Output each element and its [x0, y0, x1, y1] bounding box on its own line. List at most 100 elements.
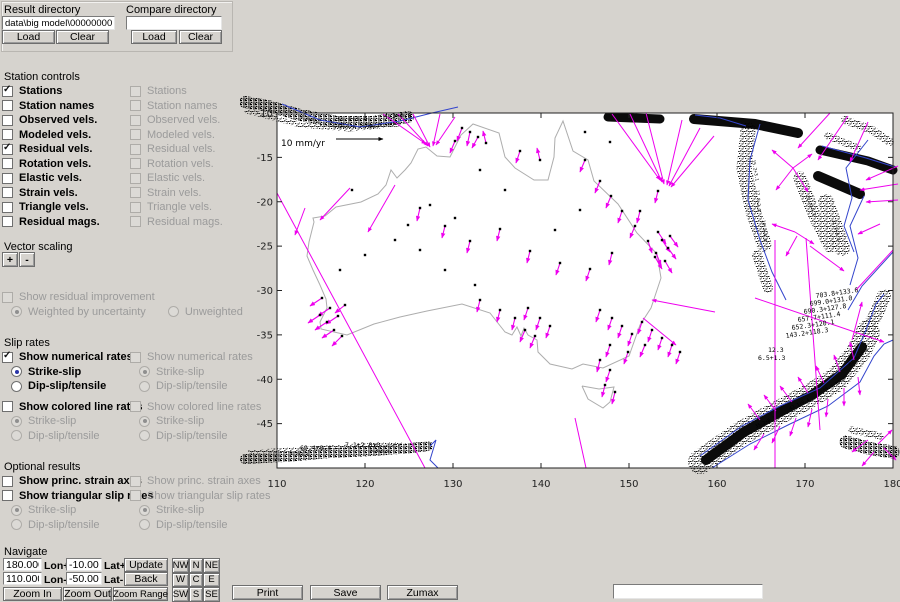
compass-sw-button[interactable]: SW: [172, 587, 189, 602]
station-marker: [539, 317, 541, 319]
result-directory-field[interactable]: [2, 16, 115, 30]
show-numerical-rates-label: Show numerical rates: [19, 351, 133, 363]
update-button[interactable]: Update: [124, 558, 168, 572]
lon-minus-field[interactable]: [3, 572, 42, 585]
compass-s-button[interactable]: S: [189, 587, 203, 602]
triangle-vels-label: Triangle vels.: [147, 201, 212, 213]
radio-dip-slip-tensile[interactable]: [11, 430, 22, 441]
station-marker: [621, 210, 623, 212]
radio-strike-slip[interactable]: [139, 416, 150, 427]
station-marker: [499, 309, 501, 311]
compass-e-button[interactable]: E: [203, 573, 220, 588]
slip-rate-label: 6.5+1.3: [758, 354, 785, 362]
dip-slip-tensile-label: Dip-slip/tensile: [156, 380, 228, 392]
compass-w-button[interactable]: W: [172, 573, 189, 588]
result-load-button[interactable]: Load: [2, 30, 55, 44]
radio-dip-slip-tensile[interactable]: [11, 381, 22, 392]
station-marker: [627, 351, 629, 353]
checkbox-show-princ-strain-axes[interactable]: [130, 476, 141, 487]
checkbox-observed-vels[interactable]: [2, 115, 13, 126]
station-marker: [599, 359, 601, 361]
checkbox-show-colored-line-rates[interactable]: [130, 401, 141, 412]
station-marker: [364, 254, 366, 256]
station-marker: [584, 159, 586, 161]
lat-plus-field[interactable]: [66, 558, 102, 571]
checkbox-station-names[interactable]: [130, 100, 141, 111]
station-marker: [419, 249, 421, 251]
station-marker: [604, 384, 606, 386]
checkbox-modeled-vels[interactable]: [2, 129, 13, 140]
zoom-out-button[interactable]: Zoom Out: [63, 587, 112, 601]
radio-strike-slip[interactable]: [139, 505, 150, 516]
radio-strike-slip[interactable]: [11, 505, 22, 516]
vector-scale-plus-button[interactable]: +: [2, 252, 18, 267]
station-marker: [479, 299, 481, 301]
compass-nw-button[interactable]: NW: [172, 558, 189, 573]
map-plot[interactable]: 4.3+0.25.1+0.83.2+0.415.2+3.112.8+2.218.…: [240, 90, 900, 602]
checkbox-triangle-vels[interactable]: [130, 202, 141, 213]
radio-strike-slip[interactable]: [139, 366, 150, 377]
checkbox-show-triangular-slip-rates[interactable]: [2, 490, 13, 501]
checkbox-elastic-vels[interactable]: [130, 173, 141, 184]
x-tick-label: 170: [795, 479, 814, 490]
radio-dip-slip-tensile[interactable]: [139, 430, 150, 441]
radio-strike-slip[interactable]: [11, 366, 22, 377]
checkbox-modeled-vels[interactable]: [130, 129, 141, 140]
zoom-in-button[interactable]: Zoom In: [3, 587, 62, 601]
compass-c-button[interactable]: C: [189, 573, 203, 588]
compare-load-button[interactable]: Load: [131, 30, 177, 44]
checkbox-show-numerical-rates[interactable]: [130, 352, 141, 363]
x-tick-label: 180: [883, 479, 900, 490]
checkbox-elastic-vels[interactable]: [2, 173, 13, 184]
zoom-range-button[interactable]: Zoom Range: [113, 587, 168, 601]
checkbox-strain-vels[interactable]: [130, 187, 141, 198]
elastic-vels-label: Elastic vels.: [147, 172, 205, 184]
back-button[interactable]: Back: [124, 572, 168, 586]
station-marker: [499, 228, 501, 230]
result-clear-button[interactable]: Clear: [56, 30, 109, 44]
checkbox-stations[interactable]: [130, 86, 141, 97]
slip-rate-label: 7.1+2.0+0: [345, 441, 380, 449]
radio-dip-slip-tensile[interactable]: [139, 381, 150, 392]
checkbox-show-colored-line-rates[interactable]: [2, 401, 13, 412]
svg-text:8.2+1.1: 8.2+1.1: [290, 451, 310, 458]
radio-dip-slip-tensile[interactable]: [139, 519, 150, 530]
compass-n-button[interactable]: N: [189, 558, 203, 573]
checkbox-station-names[interactable]: [2, 100, 13, 111]
show-residual-improvement-checkbox[interactable]: [2, 292, 13, 303]
compare-directory-field[interactable]: [126, 16, 222, 30]
lat-minus-field[interactable]: [66, 572, 102, 585]
vector-scale-minus-button[interactable]: -: [19, 252, 35, 267]
strike-slip-label: Strike-slip: [28, 504, 76, 516]
lon-plus-field[interactable]: [3, 558, 42, 571]
checkbox-residual-mags[interactable]: [130, 216, 141, 227]
weighted-by-uncertainty-radio[interactable]: [11, 306, 22, 317]
station-marker: [631, 333, 633, 335]
checkbox-residual-vels[interactable]: [130, 144, 141, 155]
compass-se-button[interactable]: SE: [203, 587, 220, 602]
checkbox-residual-vels[interactable]: [2, 144, 13, 155]
checkbox-residual-mags[interactable]: [2, 216, 13, 227]
strain-vels-label: Strain vels.: [147, 187, 201, 199]
checkbox-observed-vels[interactable]: [130, 115, 141, 126]
checkbox-show-numerical-rates[interactable]: [2, 352, 13, 363]
compass-ne-button[interactable]: NE: [203, 558, 220, 573]
checkbox-rotation-vels[interactable]: [130, 158, 141, 169]
show-princ-strain-axes-label: Show princ. strain axes: [19, 475, 142, 487]
radio-strike-slip[interactable]: [11, 416, 22, 427]
result-directory-label: Result directory: [4, 4, 80, 16]
station-marker: [319, 314, 321, 316]
compare-clear-button[interactable]: Clear: [179, 30, 222, 44]
station-marker: [419, 207, 421, 209]
checkbox-strain-vels[interactable]: [2, 187, 13, 198]
checkbox-show-princ-strain-axes[interactable]: [2, 476, 13, 487]
lat-minus-label: Lat-: [104, 574, 123, 586]
checkbox-stations[interactable]: [2, 86, 13, 97]
strike-slip-label: Strike-slip: [156, 415, 204, 427]
checkbox-triangle-vels[interactable]: [2, 202, 13, 213]
radio-dip-slip-tensile[interactable]: [11, 519, 22, 530]
checkbox-show-triangular-slip-rates[interactable]: [130, 490, 141, 501]
station-marker: [344, 304, 346, 306]
checkbox-rotation-vels[interactable]: [2, 158, 13, 169]
unweighted-radio[interactable]: [168, 306, 179, 317]
